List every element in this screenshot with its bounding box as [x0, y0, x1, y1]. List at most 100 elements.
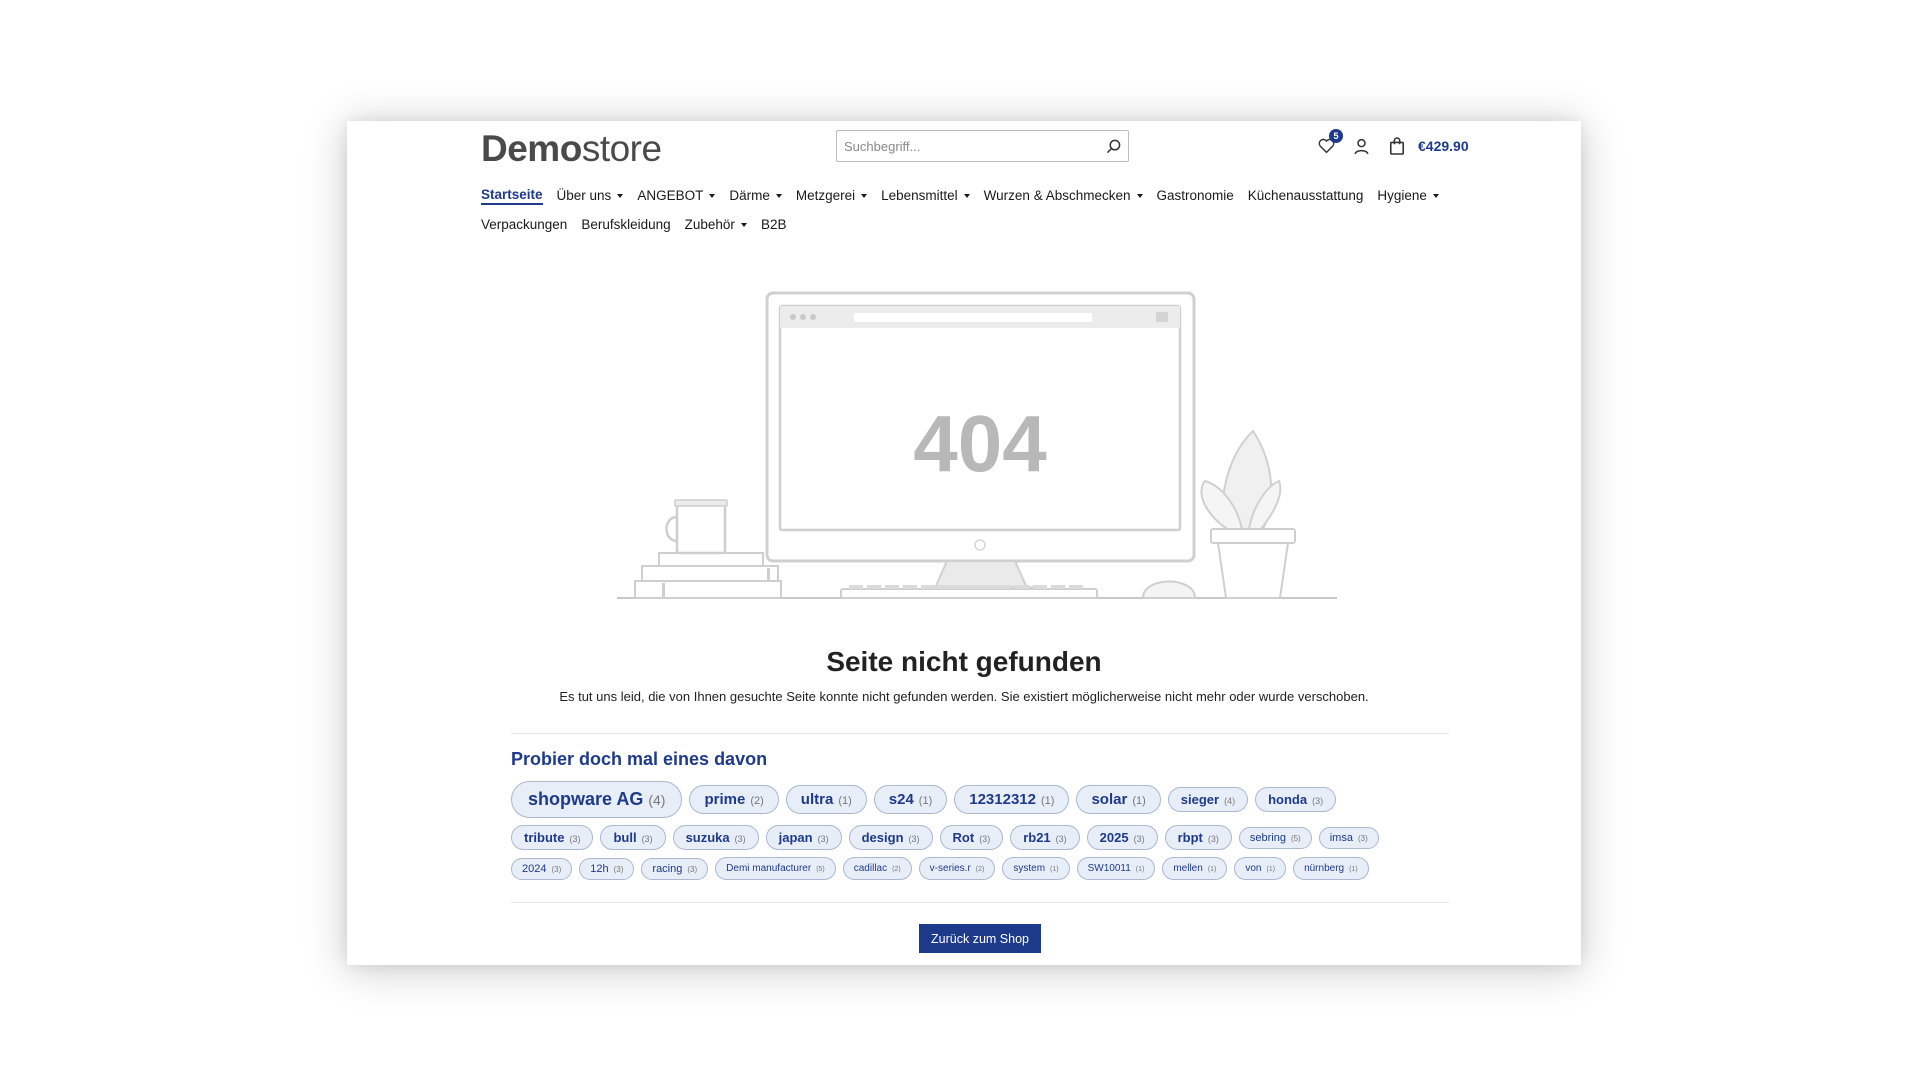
- nav-item-verpackungen[interactable]: Verpackungen: [481, 217, 567, 232]
- tag-label: Rot: [952, 830, 975, 845]
- suggestion-tag[interactable]: cadillac (2): [842, 857, 912, 880]
- suggestion-tag[interactable]: shopware AG (4): [511, 781, 683, 818]
- tag-label: v-series.r: [929, 863, 971, 874]
- tag-label: system: [1013, 863, 1046, 874]
- caret-down-icon: [861, 193, 868, 198]
- search-input[interactable]: [837, 131, 1098, 161]
- suggestion-tag[interactable]: rbpt (3): [1164, 825, 1232, 850]
- tag-row: 2024 (3) 12h (3) racing (3) Demi manufacturer (…: [511, 857, 1451, 880]
- tag-row: shopware AG (4) prime (2) ultra (1) s24 (1) 1231…: [511, 781, 1451, 818]
- tag-label: suzuka: [685, 830, 730, 845]
- nav-item-b2b[interactable]: B2B: [761, 217, 787, 232]
- tag-label: cadillac: [853, 863, 888, 874]
- suggestion-tag[interactable]: 2024 (3): [511, 857, 573, 880]
- tag-count: (2): [750, 795, 764, 807]
- nav-item-daerme[interactable]: Därme: [729, 188, 782, 203]
- tag-count: (3): [1312, 796, 1324, 806]
- tag-count: (3): [613, 864, 624, 874]
- caret-down-icon: [963, 193, 970, 198]
- suggestion-tag[interactable]: racing (3): [641, 857, 709, 880]
- tag-label: sebring: [1249, 831, 1286, 844]
- tag-label: rb21: [1023, 830, 1051, 845]
- tag-count: (3): [1055, 834, 1067, 844]
- suggestion-tag-cloud: shopware AG (4) prime (2) ultra (1) s24 (1) 1231…: [511, 781, 1451, 887]
- caret-down-icon: [1432, 193, 1439, 198]
- store-logo[interactable]: Demostore: [481, 128, 662, 170]
- tag-label: mellen: [1173, 863, 1203, 874]
- caret-down-icon: [709, 193, 716, 198]
- suggestion-tag[interactable]: mellen (1): [1162, 857, 1228, 880]
- tag-count: (4): [1224, 796, 1236, 806]
- tag-count: (1): [1207, 866, 1217, 873]
- tag-label: honda: [1268, 792, 1308, 807]
- error-code-404: 404: [913, 399, 1047, 488]
- caret-down-icon: [1136, 193, 1143, 198]
- suggestion-tag[interactable]: sieger (4): [1167, 787, 1249, 812]
- suggestion-tag[interactable]: design (3): [848, 825, 933, 850]
- tag-label: shopware AG: [528, 789, 644, 809]
- tag-count: (3): [817, 834, 829, 844]
- tag-label: 12h: [590, 862, 609, 875]
- tag-label: japan: [778, 830, 813, 845]
- cart-total[interactable]: €429.90: [1418, 138, 1469, 154]
- nav-item-hygiene[interactable]: Hygiene: [1377, 188, 1439, 203]
- suggestion-tag[interactable]: sebring (5): [1238, 826, 1312, 849]
- tag-count: (3): [1133, 834, 1145, 844]
- suggestion-tag[interactable]: Rot (3): [939, 825, 1004, 850]
- nav-item-kuechenausstattung[interactable]: Küchenausstattung: [1248, 188, 1364, 203]
- suggestion-tag[interactable]: suzuka (3): [672, 825, 759, 850]
- tag-count: (3): [979, 834, 991, 844]
- tag-count: (3): [1207, 834, 1219, 844]
- wishlist-count-badge: 5: [1329, 129, 1343, 143]
- tag-label: von: [1245, 863, 1262, 874]
- suggestion-tag[interactable]: system (1): [1002, 857, 1070, 880]
- tag-count: (3): [641, 834, 653, 844]
- wishlist-heart-icon[interactable]: 5: [1315, 129, 1343, 157]
- nav-item-startseite[interactable]: Startseite: [481, 187, 543, 205]
- suggestion-tag[interactable]: nürnberg (1): [1293, 857, 1369, 880]
- nav-item-berufskleidung[interactable]: Berufskleidung: [581, 217, 670, 232]
- main-navigation: Startseite Über uns ANGEBOT Därme Metzge…: [481, 181, 1481, 239]
- tag-count: (4): [648, 792, 666, 808]
- tag-label: s24: [888, 791, 914, 808]
- nav-item-metzgerei[interactable]: Metzgerei: [796, 188, 868, 203]
- tag-label: Demi manufacturer: [726, 863, 812, 874]
- caret-down-icon: [775, 193, 782, 198]
- suggestion-tag[interactable]: honda (3): [1255, 787, 1337, 812]
- nav-item-angebot[interactable]: ANGEBOT: [637, 188, 716, 203]
- suggestion-tag[interactable]: tribute (3): [511, 825, 594, 850]
- suggestion-tag[interactable]: 12312312 (1): [954, 785, 1070, 814]
- suggestion-tag[interactable]: s24 (1): [873, 785, 948, 814]
- suggestion-tag[interactable]: 12h (3): [579, 857, 635, 880]
- suggestion-tag[interactable]: prime (2): [689, 785, 779, 814]
- nav-item-zubehoer[interactable]: Zubehör: [685, 217, 747, 232]
- suggestion-tag[interactable]: rb21 (3): [1010, 825, 1080, 850]
- tag-count: (1): [1041, 795, 1055, 807]
- suggestion-tag[interactable]: ultra (1): [785, 785, 867, 814]
- suggestion-tag[interactable]: 2025 (3): [1086, 825, 1158, 850]
- suggestion-tag[interactable]: solar (1): [1076, 785, 1161, 814]
- suggestion-tag[interactable]: imsa (3): [1318, 826, 1379, 849]
- nav-item-ueber-uns[interactable]: Über uns: [557, 188, 624, 203]
- shopping-bag-icon[interactable]: [1386, 135, 1408, 157]
- header-actions: 5 €429.90: [1315, 129, 1469, 161]
- back-to-shop-button[interactable]: Zurück zum Shop: [919, 924, 1041, 953]
- tag-count: (3): [569, 834, 581, 844]
- nav-item-lebensmittel[interactable]: Lebensmittel: [881, 188, 970, 203]
- suggestion-tag[interactable]: v-series.r (2): [918, 857, 996, 880]
- tag-count: (2): [975, 866, 985, 873]
- nav-row-2: Verpackungen Berufskleidung Zubehör B2B: [481, 210, 1481, 239]
- suggestion-tag[interactable]: bull (3): [600, 825, 666, 850]
- nav-item-wurzen[interactable]: Wurzen & Abschmecken: [984, 188, 1143, 203]
- nav-item-gastronomie[interactable]: Gastronomie: [1157, 188, 1234, 203]
- 404-desk-illustration: 404: [617, 291, 1337, 599]
- suggestion-tag[interactable]: SW10011 (1): [1076, 857, 1156, 880]
- browser-page: Demostore 5 €429.90 Startseite Über uns …: [347, 121, 1581, 965]
- account-user-icon[interactable]: [1350, 135, 1372, 157]
- suggestion-tag[interactable]: japan (3): [765, 825, 842, 850]
- suggestion-tag[interactable]: von (1): [1234, 857, 1287, 880]
- tag-label: racing: [652, 862, 683, 875]
- search-icon[interactable]: [1098, 131, 1128, 161]
- suggestion-tag[interactable]: Demi manufacturer (5): [715, 857, 836, 880]
- tag-count: (3): [908, 834, 920, 844]
